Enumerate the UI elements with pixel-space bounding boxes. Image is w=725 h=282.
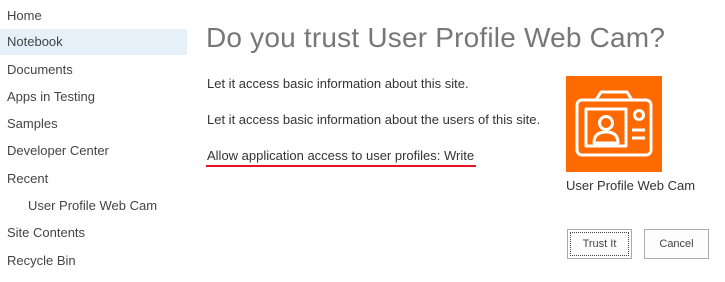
dialog-title: Do you trust User Profile Web Cam? bbox=[206, 22, 666, 53]
nav-item-home[interactable]: Home bbox=[0, 3, 187, 29]
permission-user-profiles: Allow application access to user profile… bbox=[207, 148, 475, 163]
nav-item-apps-in-testing[interactable]: Apps in Testing bbox=[0, 84, 187, 110]
cancel-button[interactable]: Cancel bbox=[644, 229, 709, 259]
left-navigation: Home Notebook Documents Apps in Testing … bbox=[0, 0, 187, 282]
app-name: User Profile Web Cam bbox=[566, 178, 696, 193]
camera-profile-icon bbox=[566, 76, 662, 172]
trust-it-button[interactable]: Trust It bbox=[567, 229, 632, 259]
nav-item-notebook[interactable]: Notebook bbox=[0, 29, 187, 55]
nav-item-documents[interactable]: Documents bbox=[0, 57, 187, 83]
nav-item-recent: Recent bbox=[7, 171, 49, 186]
permission-site-info: Let it access basic information about th… bbox=[207, 76, 469, 91]
nav-item-recycle-bin[interactable]: Recycle Bin bbox=[0, 248, 187, 274]
nav-item-site-contents[interactable]: Site Contents bbox=[0, 220, 187, 246]
highlight-underline bbox=[206, 165, 476, 167]
nav-item-samples[interactable]: Samples bbox=[0, 111, 187, 137]
nav-item-developer-center[interactable]: Developer Center bbox=[0, 138, 187, 164]
permission-user-info: Let it access basic information about th… bbox=[207, 112, 541, 127]
nav-item-user-profile-web-cam[interactable]: User Profile Web Cam bbox=[0, 193, 187, 219]
